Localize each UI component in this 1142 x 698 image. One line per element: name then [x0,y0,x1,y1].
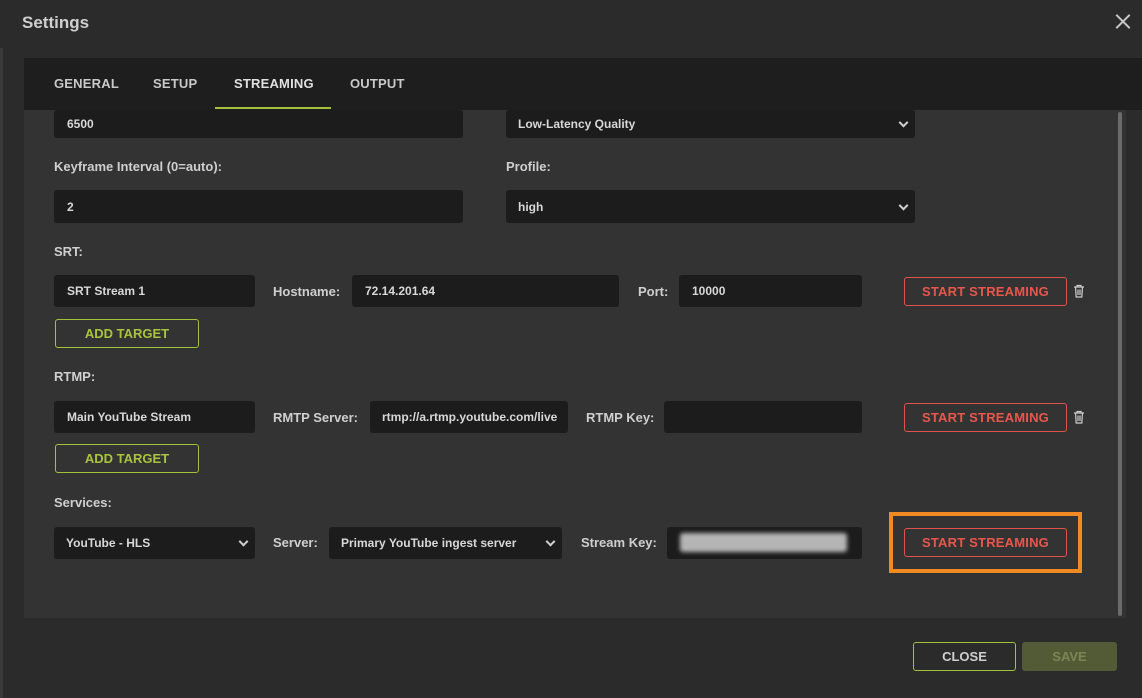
preset-select-value: Low-Latency Quality [518,117,636,131]
chevron-down-icon [898,200,909,211]
chevron-down-icon [898,117,909,128]
tab-bar: GENERAL SETUP STREAMING OUTPUT [24,58,1142,110]
srt-add-target-button[interactable]: ADD TARGET [55,319,199,348]
rtmp-key-label: RTMP Key: [586,410,655,425]
service-select[interactable]: YouTube - HLS [54,527,255,559]
trash-icon[interactable] [1073,284,1085,298]
profile-select[interactable]: high [506,190,915,223]
srt-port-field[interactable]: 10000 [679,275,862,307]
rtmp-server-field[interactable]: rtmp://a.rtmp.youtube.com/live [370,401,568,433]
highlight-box [889,512,1082,573]
rtmp-start-streaming-button[interactable]: START STREAMING [904,403,1067,432]
tab-general[interactable]: GENERAL [54,76,119,91]
active-tab-indicator [215,107,331,109]
keyframe-field[interactable]: 2 [54,190,463,223]
ingest-server-select[interactable]: Primary YouTube ingest server [329,527,562,559]
chevron-down-icon [238,536,249,547]
close-button[interactable]: CLOSE [913,642,1016,671]
services-server-label: Server: [273,535,318,550]
rtmp-section-label: RTMP: [54,369,96,384]
rtmp-server-label: RMTP Server: [273,410,359,425]
rtmp-key-field[interactable] [664,401,862,433]
tab-setup[interactable]: SETUP [153,76,197,91]
ingest-server-value: Primary YouTube ingest server [341,536,517,550]
srt-section-label: SRT: [54,244,83,259]
stream-key-label: Stream Key: [581,535,657,550]
scrollbar[interactable] [1116,110,1126,618]
profile-select-value: high [518,199,544,214]
profile-label: Profile: [506,159,551,174]
trash-icon[interactable] [1073,410,1085,424]
dialog-edge [0,0,3,698]
close-icon[interactable] [1112,11,1134,33]
srt-hostname-label: Hostname: [273,284,341,299]
chevron-down-icon [545,536,556,547]
srt-start-streaming-button[interactable]: START STREAMING [904,277,1067,306]
stream-key-masked-value [680,533,847,552]
bitrate-field[interactable]: 6500 [54,110,463,138]
settings-dialog: Settings GENERAL SETUP STREAMING OUTPUT … [0,0,1142,698]
srt-target-name-field[interactable]: SRT Stream 1 [54,275,255,307]
srt-hostname-field[interactable]: 72.14.201.64 [352,275,619,307]
tab-streaming[interactable]: STREAMING [234,76,314,91]
rtmp-add-target-button[interactable]: ADD TARGET [55,444,199,473]
rtmp-target-name-field[interactable]: Main YouTube Stream [54,401,255,433]
tab-output[interactable]: OUTPUT [350,76,405,91]
save-button[interactable]: SAVE [1022,642,1117,671]
scroll-thumb[interactable] [1118,112,1122,616]
preset-select[interactable]: Low-Latency Quality [506,110,915,138]
dialog-title: Settings [22,13,90,32]
keyframe-label: Keyframe Interval (0=auto): [54,159,222,174]
titlebar: Settings [0,0,1142,48]
srt-port-label: Port: [638,284,669,299]
services-section-label: Services: [54,495,112,510]
service-select-value: YouTube - HLS [66,536,151,550]
